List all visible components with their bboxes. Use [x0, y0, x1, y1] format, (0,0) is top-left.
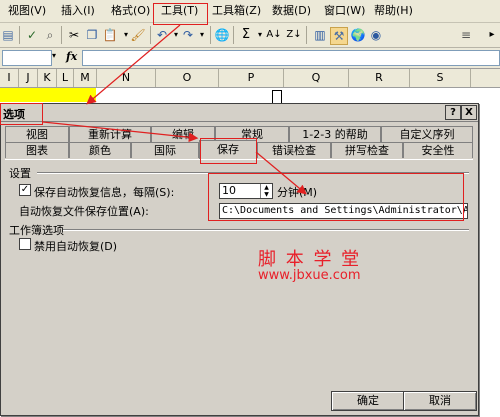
column-header-o[interactable]: O — [156, 69, 219, 87]
autorecover-location-label: 自动恢复文件保存位置(A): — [19, 205, 149, 218]
formula-bar: ▾ fx — [0, 48, 500, 69]
column-header-q[interactable]: Q — [284, 69, 349, 87]
column-header-k[interactable]: K — [38, 69, 57, 87]
menu-toolbox[interactable]: 工具箱(Z) — [212, 4, 261, 18]
annotation-settings-fields — [208, 173, 464, 221]
column-header-l[interactable]: L — [57, 69, 74, 87]
standard-toolbar: ▤ ✓ ⌕ ✂ ❐ 📋 ▾ 🖌 ↶ ▾ ↷ ▾ 🌐 Σ ▾ A↓ Z↓ ▥ ⚒ … — [0, 23, 500, 48]
column-header-p[interactable]: P — [219, 69, 284, 87]
print-icon[interactable]: ▤ — [0, 27, 16, 43]
tab-lotus-help[interactable]: 1-2-3 的帮助 — [289, 126, 381, 142]
menu-bar: 视图(V) 插入(I) 格式(O) 工具(T) 工具箱(Z) 数据(D) 窗口(… — [0, 0, 500, 23]
cut-icon[interactable]: ✂ — [66, 27, 82, 43]
tab-security[interactable]: 安全性 — [403, 142, 473, 158]
column-header-i[interactable]: I — [0, 69, 19, 87]
toolbar-more-icon[interactable]: ▸ — [484, 27, 500, 43]
dialog-close-button[interactable]: X — [461, 105, 477, 120]
menu-window[interactable]: 窗口(W) — [324, 4, 365, 18]
column-header-m[interactable]: M — [74, 69, 97, 87]
annotation-save-tab — [200, 138, 257, 164]
copy-icon[interactable]: ❐ — [84, 27, 100, 43]
help-icon[interactable]: ◉ — [368, 27, 384, 43]
autosave-checkbox[interactable]: ✓ — [19, 184, 31, 196]
spelling-icon[interactable]: ✓ — [24, 27, 40, 43]
highlighted-cells[interactable] — [0, 88, 96, 102]
toolbar-separator — [306, 26, 307, 44]
menu-view[interactable]: 视图(V) — [8, 4, 46, 18]
drawing-icon[interactable]: ⚒ — [330, 27, 348, 45]
menu-help[interactable]: 帮助(H) — [374, 4, 413, 18]
column-header-r[interactable]: R — [349, 69, 410, 87]
disable-autorecover-label: 禁用自动恢复(D) — [34, 240, 118, 253]
column-header-n[interactable]: N — [97, 69, 156, 87]
tab-chart[interactable]: 图表 — [5, 142, 69, 158]
fx-label[interactable]: fx — [66, 50, 77, 63]
format-painter-icon[interactable]: 🖌 — [130, 27, 146, 43]
menu-format[interactable]: 格式(O) — [111, 4, 150, 18]
ok-button[interactable]: 确定 — [331, 391, 405, 411]
toolbar-separator — [233, 26, 234, 44]
toolbar-separator — [19, 26, 20, 44]
menu-data[interactable]: 数据(D) — [272, 4, 311, 18]
toolbar-separator — [61, 26, 62, 44]
settings-group-label: 设置 — [9, 167, 31, 180]
cell-cursor — [272, 90, 282, 104]
redo-dropdown-icon[interactable]: ▾ — [194, 27, 210, 43]
menu-insert[interactable]: 插入(I) — [61, 4, 95, 18]
tab-color[interactable]: 颜色 — [69, 142, 131, 158]
research-icon[interactable]: ⌕ — [42, 27, 58, 43]
paste-icon[interactable]: 📋 — [102, 27, 118, 43]
dialog-help-button[interactable]: ? — [445, 105, 461, 120]
name-box-dropdown-icon[interactable]: ▾ — [52, 51, 56, 60]
annotation-tools-menu — [153, 3, 208, 25]
toolbar-separator — [210, 26, 211, 44]
dialog-titlebar[interactable]: 选项 ? X — [1, 104, 478, 122]
tab-recalculation[interactable]: 重新计算 — [69, 126, 151, 142]
cancel-button[interactable]: 取消 — [403, 391, 477, 411]
watermark-url: www.jbxue.com — [258, 268, 361, 283]
formula-input[interactable] — [82, 50, 500, 66]
workbook-options-label: 工作簿选项 — [9, 224, 64, 237]
autosave-label: 保存自动恢复信息，每隔(S): — [34, 186, 175, 199]
disable-autorecover-checkbox[interactable] — [19, 238, 31, 250]
sort-descending-icon[interactable]: Z↓ — [286, 27, 302, 43]
toolbar-options-icon[interactable]: ≡ — [458, 27, 474, 43]
name-box[interactable] — [2, 50, 52, 66]
tab-custom-lists[interactable]: 自定义序列 — [381, 126, 473, 142]
workbook-divider — [63, 229, 469, 231]
hyperlink-icon[interactable]: 🌐 — [214, 27, 230, 43]
annotation-options-title — [0, 103, 43, 125]
toolbar-separator — [150, 26, 151, 44]
column-header-j[interactable]: J — [19, 69, 38, 87]
tab-view[interactable]: 视图 — [5, 126, 69, 142]
column-header-s[interactable]: S — [410, 69, 471, 87]
tab-error-checking[interactable]: 错误检查 — [257, 142, 331, 158]
chart-wizard-icon[interactable]: ▥ — [312, 27, 328, 43]
column-headers: I J K L M N O P Q R S — [0, 69, 500, 88]
tab-spelling[interactable]: 拼写检查 — [331, 142, 403, 158]
globe-icon[interactable]: 🌍 — [350, 27, 366, 43]
sort-ascending-icon[interactable]: A↓ — [266, 27, 282, 43]
tab-international[interactable]: 国际 — [131, 142, 199, 158]
